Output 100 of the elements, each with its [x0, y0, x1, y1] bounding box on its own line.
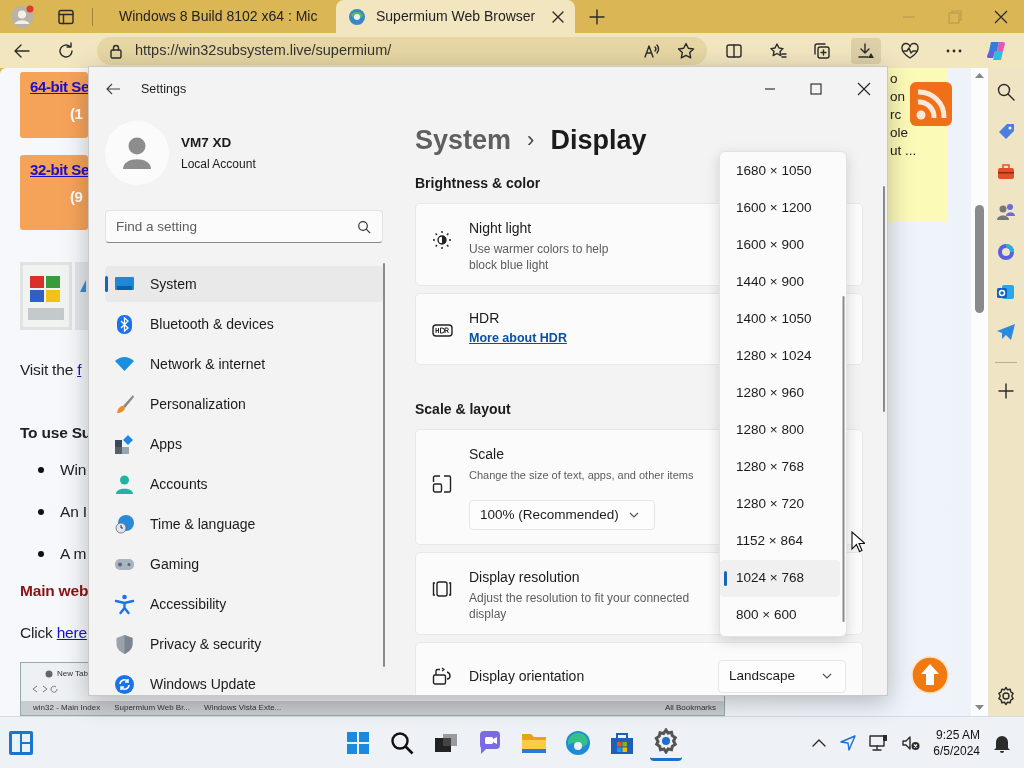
search-icon[interactable] — [996, 82, 1016, 102]
back-button[interactable] — [105, 81, 121, 97]
date-text: 6/5/2024 — [933, 742, 980, 759]
refresh-icon[interactable] — [57, 41, 75, 60]
downloads-button[interactable] — [851, 37, 881, 64]
link[interactable]: here — [56, 624, 87, 641]
scroll-top-button[interactable] — [911, 656, 949, 694]
profile-icon[interactable] — [10, 4, 34, 29]
search-field[interactable]: Find a setting — [105, 210, 383, 243]
scrollbar[interactable] — [971, 68, 988, 716]
menu-option[interactable]: 1440 × 900 — [720, 264, 840, 301]
tab[interactable]: Supermium Web Browser — [336, 0, 575, 33]
menu-option[interactable]: 1680 × 1050 — [720, 153, 840, 190]
menu-option[interactable]: 1280 × 800 — [720, 412, 840, 449]
favorites-icon[interactable] — [769, 41, 787, 60]
tab-divider — [92, 7, 93, 26]
collections-icon[interactable] — [813, 41, 831, 60]
account-name: VM7 XD — [181, 133, 233, 152]
rotate-icon — [432, 665, 453, 687]
nav-item[interactable]: Windows Update — [105, 666, 383, 695]
menu-option[interactable]: 1280 × 1024 — [720, 338, 840, 375]
search-icon[interactable] — [357, 220, 371, 234]
menu-option[interactable]: 1400 × 1050 — [720, 301, 840, 338]
sun-icon — [432, 230, 453, 251]
note-text: ut ... — [890, 142, 917, 160]
close-button[interactable] — [994, 9, 1008, 24]
scrollbar[interactable] — [882, 186, 886, 412]
setting-title: HDR — [469, 309, 500, 328]
settings-icon[interactable] — [996, 686, 1016, 706]
new-tab-button[interactable] — [588, 7, 606, 26]
download-link[interactable]: 64-bit Se — [30, 76, 89, 99]
note-text: o — [890, 70, 898, 88]
account-type: Local Account — [181, 156, 256, 174]
settings-icon[interactable] — [653, 728, 679, 754]
dropdown[interactable]: 100% (Recommended) — [469, 499, 655, 530]
page-title: Display — [550, 124, 647, 156]
nav-item[interactable]: Privacy & security — [105, 626, 383, 662]
menu-option[interactable]: 1024 × 768 — [720, 560, 840, 597]
mail-app-icon[interactable] — [996, 282, 1016, 302]
file-size: (9 — [70, 186, 83, 207]
menu-option[interactable]: 1600 × 900 — [720, 227, 840, 264]
star-icon[interactable] — [677, 41, 695, 60]
menu-option[interactable]: 1280 × 960 — [720, 375, 840, 412]
location-icon[interactable] — [839, 733, 858, 752]
download-icon[interactable] — [857, 41, 875, 60]
bookmark[interactable]: win32 - Main Index — [33, 702, 101, 714]
copilot-icon[interactable] — [985, 39, 1007, 62]
tab[interactable]: Windows 8 Build 8102 x64 : Mic — [97, 0, 336, 33]
scale-icon — [432, 473, 453, 495]
paragraph: Click here — [20, 623, 87, 643]
nav-item[interactable]: Personalization — [105, 386, 383, 422]
rss-icon[interactable] — [910, 82, 952, 126]
people-icon[interactable] — [996, 202, 1016, 222]
nav-item[interactable]: Network & internet — [105, 346, 383, 382]
breadcrumb-separator: › — [527, 126, 535, 154]
bookmark[interactable]: Windows Vista Exte... — [204, 702, 282, 714]
toolbox-icon[interactable] — [996, 162, 1016, 182]
list-item: Win — [60, 460, 87, 480]
tab-actions-icon[interactable] — [57, 7, 75, 26]
list-item: An I — [60, 502, 87, 522]
scrollbar[interactable] — [382, 263, 386, 667]
split-screen-icon[interactable] — [725, 41, 743, 60]
url-text[interactable]: https://win32subsystem.live/supermium/ — [135, 39, 392, 62]
nav-item[interactable]: Accessibility — [105, 586, 383, 622]
note-text: rc — [890, 106, 902, 124]
nav-item[interactable]: Time & language — [105, 506, 383, 542]
menu-option[interactable]: 1280 × 768 — [720, 449, 840, 486]
link[interactable]: f — [77, 361, 82, 378]
nav-item[interactable]: Apps — [105, 426, 383, 462]
nav-item[interactable]: System — [105, 266, 383, 302]
bookmark[interactable]: Supermium Web Br... — [114, 702, 191, 714]
scrollbar[interactable] — [842, 296, 845, 622]
setting-description: Change the size of text, apps, and other items — [469, 467, 694, 483]
nav-item[interactable]: Bluetooth & devices — [105, 306, 383, 342]
download-link[interactable]: 32-bit Se — [30, 159, 89, 182]
setting-description: Adjust the resolution to fit your connected display — [469, 589, 691, 622]
nav-item[interactable]: Gaming — [105, 546, 383, 582]
close-icon[interactable] — [551, 9, 565, 24]
link[interactable]: More about HDR — [469, 329, 567, 348]
network-icon[interactable] — [869, 733, 890, 752]
setting-title: Night light — [469, 219, 532, 238]
clock[interactable]: 9:25 AM 6/5/2024 — [933, 726, 980, 759]
bullet-dot — [38, 467, 44, 473]
tab-label: New Tab — [57, 667, 88, 680]
heart-pulse-icon[interactable] — [900, 41, 920, 60]
menu-option[interactable]: 1152 × 864 — [720, 523, 840, 560]
add-icon[interactable] — [998, 383, 1014, 399]
setting-description: Use warmer colors to help block blue light — [469, 241, 610, 273]
swirl-icon[interactable] — [996, 242, 1016, 262]
menu-option[interactable]: 1280 × 720 — [720, 486, 840, 523]
dropdown[interactable]: Landscape — [718, 659, 846, 693]
breadcrumb-link[interactable]: System — [415, 124, 512, 156]
menu-option[interactable]: 800 × 600 — [720, 597, 840, 634]
bookmark[interactable]: All Bookmarks — [664, 702, 716, 714]
widgets-icon[interactable] — [8, 729, 34, 756]
nav-item[interactable]: Accounts — [105, 466, 383, 502]
paper-plane-icon[interactable] — [996, 322, 1016, 342]
address-bar[interactable]: https://win32subsystem.live/supermium/ — [97, 36, 707, 65]
menu-option[interactable]: 1600 × 1200 — [720, 190, 840, 227]
resolution-icon — [432, 578, 453, 600]
